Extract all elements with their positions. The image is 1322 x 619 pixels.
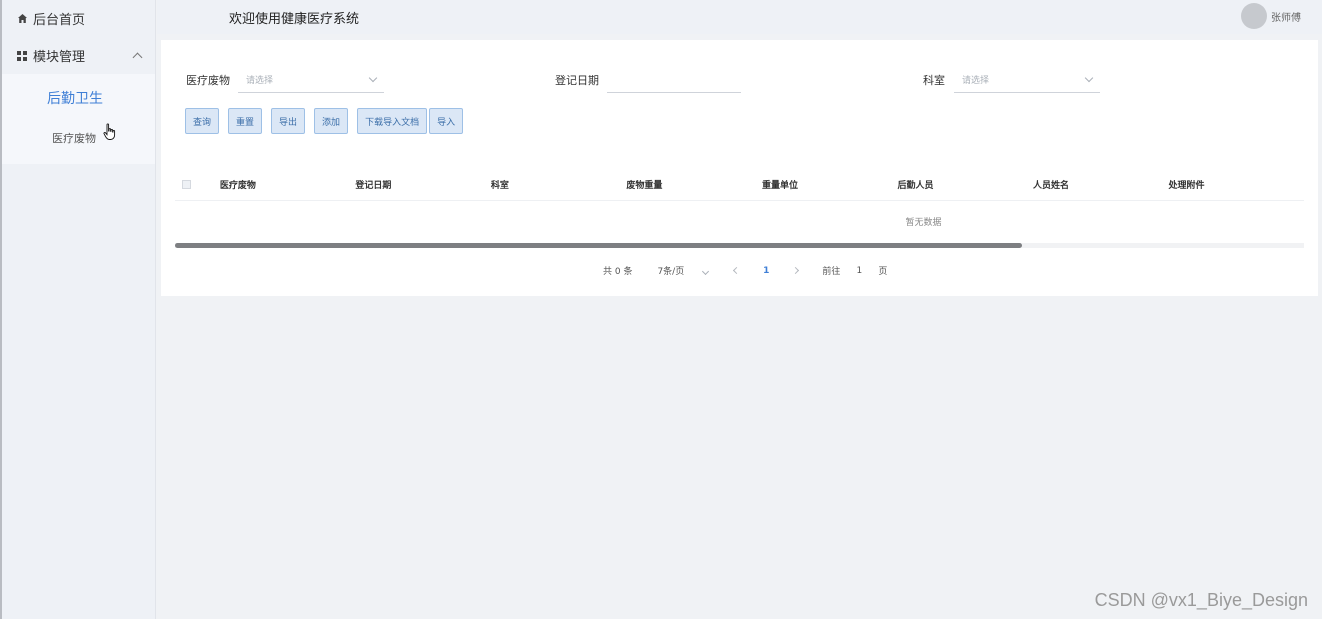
page-number[interactable]: 1 bbox=[763, 266, 769, 276]
goto-label: 前往 bbox=[822, 267, 841, 277]
column-header[interactable]: 重量单位 bbox=[762, 178, 898, 191]
grid-icon bbox=[16, 50, 28, 62]
chevron-down-icon bbox=[702, 267, 710, 276]
prev-page-icon[interactable] bbox=[733, 266, 741, 275]
watermark: CSDN @vx1_Biye_Design bbox=[1094, 590, 1308, 610]
goto-page-input[interactable]: 1 bbox=[852, 266, 866, 276]
select-all-checkbox[interactable] bbox=[182, 179, 191, 189]
sidebar-item-medical-waste[interactable]: 医疗废物 bbox=[2, 124, 155, 154]
user-name: 张师傅 bbox=[1271, 12, 1301, 24]
dept-select[interactable]: 请选择 bbox=[954, 66, 1100, 93]
page-size-value: 7条/页 bbox=[657, 267, 685, 277]
submenu: 后勤卫生 医疗废物 bbox=[2, 74, 155, 164]
dept-select-placeholder: 请选择 bbox=[962, 75, 990, 86]
date-input[interactable] bbox=[607, 66, 741, 93]
waste-select[interactable]: 请选择 bbox=[238, 66, 384, 93]
horizontal-scrollbar[interactable] bbox=[175, 243, 1304, 248]
date-filter-label: 登记日期 bbox=[555, 74, 599, 87]
sidebar-item-label: 模块管理 bbox=[33, 50, 86, 65]
submenu-title-logistics[interactable]: 后勤卫生 bbox=[2, 74, 155, 124]
scrollbar-thumb[interactable] bbox=[175, 243, 1022, 248]
export-button[interactable]: 导出 bbox=[271, 108, 306, 134]
avatar[interactable] bbox=[1241, 3, 1267, 29]
column-header[interactable]: 科室 bbox=[491, 178, 627, 191]
sidebar: 后台首页 模块管理 后勤卫生 医疗废物 bbox=[0, 0, 156, 619]
add-button[interactable]: 添加 bbox=[314, 108, 349, 134]
filter-bar: 医疗废物 请选择 登记日期 科室 请选择 bbox=[161, 40, 1318, 100]
table-header: 医疗废物 登记日期 科室 废物重量 重量单位 后勤人员 人员姓名 处理附件 bbox=[175, 168, 1304, 201]
action-buttons: 查询 重置 导出 添加 下载导入文档 导入 bbox=[185, 108, 472, 134]
dept-filter-label: 科室 bbox=[923, 74, 945, 87]
chevron-down-icon bbox=[1084, 73, 1094, 82]
sidebar-item-module-management[interactable]: 模块管理 bbox=[2, 37, 155, 74]
welcome-title: 欢迎使用健康医疗系统 bbox=[229, 11, 360, 27]
query-button[interactable]: 查询 bbox=[185, 108, 220, 134]
user-menu[interactable]: 张师傅 bbox=[1241, 3, 1301, 29]
reset-button[interactable]: 重置 bbox=[228, 108, 263, 134]
sidebar-item-home[interactable]: 后台首页 bbox=[2, 0, 155, 37]
empty-state: 暂无数据 bbox=[905, 217, 942, 228]
column-header[interactable]: 医疗废物 bbox=[220, 178, 356, 191]
column-header[interactable]: 登记日期 bbox=[355, 178, 491, 191]
download-template-button[interactable]: 下载导入文档 bbox=[357, 108, 428, 134]
chevron-down-icon bbox=[368, 73, 378, 82]
home-icon bbox=[16, 13, 28, 25]
data-table: 医疗废物 登记日期 科室 废物重量 重量单位 后勤人员 人员姓名 处理附件 暂无… bbox=[175, 168, 1304, 248]
sidebar-item-label: 后台首页 bbox=[33, 13, 86, 28]
pagination: 共 0 条 7条/页 1 前往 1 页 bbox=[603, 264, 888, 278]
top-bar: 欢迎使用健康医疗系统 张师傅 bbox=[157, 0, 1322, 34]
next-page-icon[interactable] bbox=[792, 266, 800, 275]
import-button[interactable]: 导入 bbox=[429, 108, 464, 134]
waste-filter-label: 医疗废物 bbox=[186, 74, 230, 87]
app-root: 后台首页 模块管理 后勤卫生 医疗废物 欢迎使用健康医疗系统 张师傅 医疗废物 … bbox=[0, 0, 1322, 619]
column-header[interactable]: 后勤人员 bbox=[897, 178, 1033, 191]
main-panel: 医疗废物 请选择 登记日期 科室 请选择 查询 重置 导出 添加 下载导入文档 … bbox=[161, 40, 1318, 296]
column-header[interactable]: 人员姓名 bbox=[1033, 178, 1169, 191]
waste-select-placeholder: 请选择 bbox=[246, 75, 274, 86]
pagination-total: 共 0 条 bbox=[603, 267, 633, 277]
page-size-select[interactable]: 7条/页 bbox=[657, 264, 710, 277]
column-header[interactable]: 废物重量 bbox=[626, 178, 762, 191]
page-suffix: 页 bbox=[878, 267, 888, 277]
column-header[interactable]: 处理附件 bbox=[1168, 178, 1304, 191]
chevron-up-icon bbox=[132, 52, 143, 63]
hand-pointer-icon bbox=[103, 123, 117, 141]
